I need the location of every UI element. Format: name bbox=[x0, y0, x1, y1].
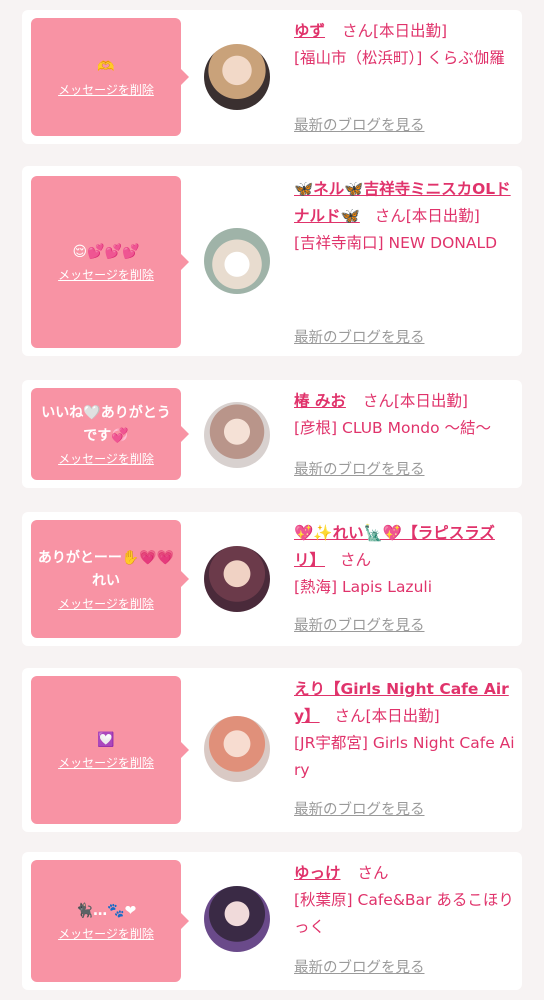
profile-info: 🦋ネル🦋吉祥寺ミニスカOLドナルド🦋 さん[本日出勤] [吉祥寺南口] NEW … bbox=[294, 176, 516, 257]
profile-info: ゆず さん[本日出勤] [福山市（松浜町）] くらぶ伽羅 bbox=[294, 18, 516, 72]
avatar[interactable] bbox=[204, 44, 270, 110]
message-card: 🫶 メッセージを削除 ゆず さん[本日出勤] [福山市（松浜町）] くらぶ伽羅 … bbox=[22, 10, 522, 144]
avatar[interactable] bbox=[204, 886, 270, 952]
shop-info: [JR宇都宮] Girls Night Cafe Airy bbox=[294, 734, 515, 779]
message-card: 😌💕💕💕 メッセージを削除 🦋ネル🦋吉祥寺ミニスカOLドナルド🦋 さん[本日出勤… bbox=[22, 166, 522, 356]
message-text: ありがとーー✋💗💗れい bbox=[37, 549, 175, 589]
shop-info: [秋葉原] Cafe&Bar あるこほりっく bbox=[294, 891, 514, 936]
profile-info: 椿 みお さん[本日出勤] [彦根] CLUB Mondo 〜結〜 bbox=[294, 388, 516, 442]
name-suffix: さん[本日出勤] bbox=[374, 207, 480, 225]
shop-info: [福山市（松浜町）] くらぶ伽羅 bbox=[294, 49, 505, 67]
profile-info: えり【Girls Night Cafe Airy】 さん[本日出勤] [JR宇都… bbox=[294, 676, 516, 784]
latest-blog-link[interactable]: 最新のブログを見る bbox=[294, 458, 425, 479]
name-suffix: さん[本日出勤] bbox=[341, 22, 448, 40]
avatar[interactable] bbox=[204, 402, 270, 468]
girl-name-link[interactable]: ゆず bbox=[294, 22, 325, 40]
avatar[interactable] bbox=[204, 716, 270, 782]
message-card: ありがとーー✋💗💗れい メッセージを削除 💖✨れい🗽💖【ラピスラズリ】 さん [… bbox=[22, 512, 522, 646]
message-text: 😌💕💕💕 bbox=[72, 244, 140, 260]
shop-info: [彦根] CLUB Mondo 〜結〜 bbox=[294, 419, 492, 437]
girl-name-link[interactable]: ゆっけ bbox=[294, 864, 341, 882]
delete-message-link[interactable]: メッセージを削除 bbox=[58, 925, 154, 942]
message-card: 🐈‍⬛…🐾❤ メッセージを削除 ゆっけ さん [秋葉原] Cafe&Bar ある… bbox=[22, 852, 522, 990]
message-bubble: 💟 メッセージを削除 bbox=[31, 676, 189, 824]
name-suffix: さん bbox=[357, 864, 389, 882]
latest-blog-link[interactable]: 最新のブログを見る bbox=[294, 614, 425, 635]
message-text: いいね🤍ありがとうです💞 bbox=[41, 404, 171, 444]
message-text: 🫶 bbox=[97, 59, 115, 75]
delete-message-link[interactable]: メッセージを削除 bbox=[58, 266, 154, 283]
profile-info: ゆっけ さん [秋葉原] Cafe&Bar あるこほりっく bbox=[294, 860, 516, 941]
delete-message-link[interactable]: メッセージを削除 bbox=[58, 81, 154, 98]
message-card: いいね🤍ありがとうです💞 メッセージを削除 椿 みお さん[本日出勤] [彦根]… bbox=[22, 380, 522, 488]
message-text: 💟 bbox=[97, 732, 115, 748]
delete-message-link[interactable]: メッセージを削除 bbox=[58, 595, 154, 612]
name-suffix: さん bbox=[339, 551, 371, 569]
message-bubble: 🫶 メッセージを削除 bbox=[31, 18, 189, 136]
latest-blog-link[interactable]: 最新のブログを見る bbox=[294, 956, 425, 977]
girl-name-link[interactable]: 椿 みお bbox=[294, 392, 346, 410]
message-bubble: いいね🤍ありがとうです💞 メッセージを削除 bbox=[31, 388, 189, 480]
latest-blog-link[interactable]: 最新のブログを見る bbox=[294, 798, 425, 819]
delete-message-link[interactable]: メッセージを削除 bbox=[58, 754, 154, 771]
shop-info: [熱海] Lapis Lazuli bbox=[294, 578, 433, 596]
girl-name-link[interactable]: 💖✨れい🗽💖【ラピスラズリ】 bbox=[294, 524, 495, 569]
avatar[interactable] bbox=[204, 546, 270, 612]
message-card: 💟 メッセージを削除 えり【Girls Night Cafe Airy】 さん[… bbox=[22, 668, 522, 832]
latest-blog-link[interactable]: 最新のブログを見る bbox=[294, 326, 425, 347]
name-suffix: さん[本日出勤] bbox=[362, 392, 468, 410]
name-suffix: さん[本日出勤] bbox=[334, 707, 440, 725]
delete-message-link[interactable]: メッセージを削除 bbox=[58, 450, 154, 467]
profile-info: 💖✨れい🗽💖【ラピスラズリ】 さん [熱海] Lapis Lazuli bbox=[294, 520, 516, 601]
message-bubble: ありがとーー✋💗💗れい メッセージを削除 bbox=[31, 520, 189, 638]
message-bubble: 🐈‍⬛…🐾❤ メッセージを削除 bbox=[31, 860, 189, 982]
message-text: 🐈‍⬛…🐾❤ bbox=[75, 903, 137, 919]
avatar[interactable] bbox=[204, 228, 270, 294]
message-bubble: 😌💕💕💕 メッセージを削除 bbox=[31, 176, 189, 348]
latest-blog-link[interactable]: 最新のブログを見る bbox=[294, 114, 425, 135]
shop-info: [吉祥寺南口] NEW DONALD bbox=[294, 234, 498, 252]
